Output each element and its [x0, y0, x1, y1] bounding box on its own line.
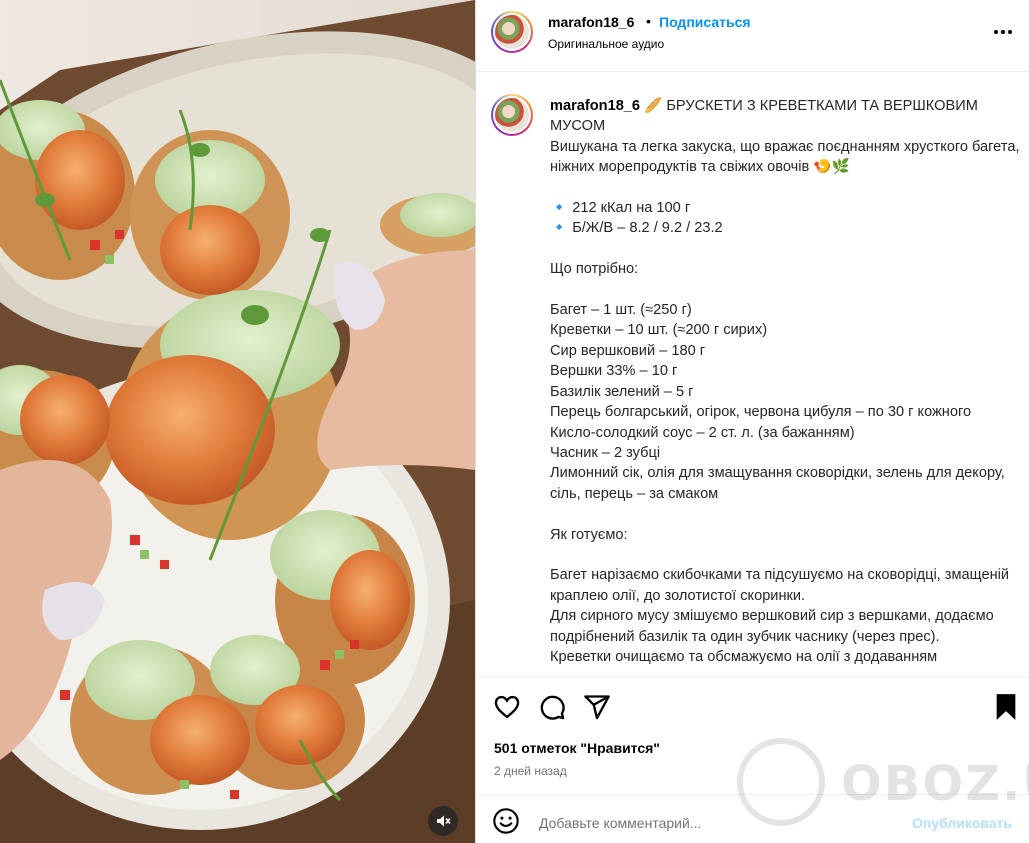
emoji-icon: [493, 808, 519, 834]
bookmark-icon: [996, 694, 1016, 720]
mute-button[interactable]: [428, 806, 458, 836]
likes-count[interactable]: 501 отметок "Нравится": [494, 740, 660, 756]
caption: marafon18_6 🥖 БРУСКЕТИ З КРЕВЕТКАМИ ТА В…: [550, 96, 1020, 667]
post-time[interactable]: 2 дней назад: [494, 764, 567, 778]
caption-username[interactable]: marafon18_6: [550, 98, 640, 114]
caption-section: marafon18_6 🥖 БРУСКЕТИ З КРЕВЕТКАМИ ТА В…: [476, 73, 1029, 677]
comment-input[interactable]: Добавьте комментарий...: [539, 815, 701, 831]
video-frame: [0, 0, 475, 843]
post-details-panel: marafon18_6 • Подписаться Оригинальное а…: [475, 0, 1029, 843]
caption-avatar[interactable]: [491, 94, 533, 136]
share-icon: [584, 695, 610, 720]
action-bar: 501 отметок "Нравится" 2 дней назад: [476, 677, 1029, 794]
share-button[interactable]: [583, 693, 611, 726]
muted-speaker-icon: [437, 815, 451, 827]
comment-bar: Добавьте комментарий... Опубликовать: [476, 794, 1029, 843]
post-video[interactable]: [0, 0, 475, 843]
like-button[interactable]: [493, 693, 521, 726]
avatar[interactable]: [491, 11, 533, 53]
separator-dot: •: [646, 13, 651, 29]
username-link[interactable]: marafon18_6: [548, 14, 634, 30]
more-icon[interactable]: [988, 20, 1018, 44]
comment-button[interactable]: [538, 693, 566, 726]
heart-icon: [494, 695, 520, 719]
save-button[interactable]: [994, 693, 1018, 726]
emoji-button[interactable]: [492, 807, 520, 840]
comment-icon: [540, 695, 565, 720]
audio-link[interactable]: Оригинальное аудио: [548, 37, 664, 51]
caption-text: 🥖 БРУСКЕТИ З КРЕВЕТКАМИ ТА ВЕРШКОВИМ МУС…: [550, 98, 1020, 665]
post-header: marafon18_6 • Подписаться Оригинальное а…: [476, 0, 1029, 72]
follow-button[interactable]: Подписаться: [659, 14, 751, 30]
publish-button[interactable]: Опубликовать: [912, 815, 1012, 831]
